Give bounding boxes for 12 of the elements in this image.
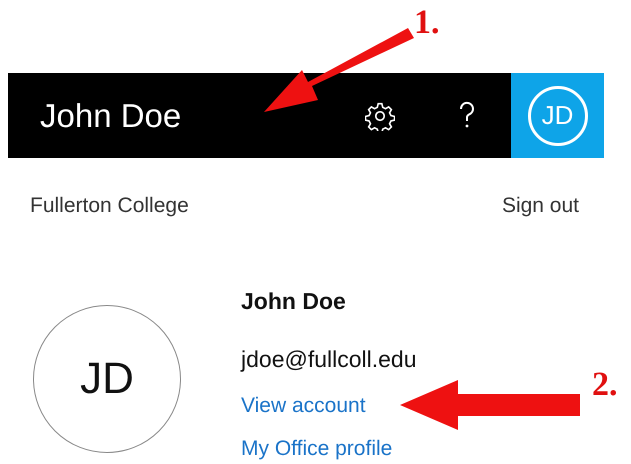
profile-avatar: JD	[33, 305, 181, 453]
profile-link[interactable]: My Office profile	[241, 437, 392, 461]
annotation-label: 2.	[592, 366, 618, 404]
sign-out-link[interactable]: Sign out	[502, 194, 579, 218]
email-address: jdoe@fullcoll.edu	[241, 346, 417, 373]
user-name: John Doe	[40, 96, 182, 134]
organization-name: Fullerton College	[30, 194, 189, 218]
profile-link[interactable]: View account	[241, 394, 366, 418]
settings-icon[interactable]	[365, 100, 395, 130]
account-button[interactable]: JD	[511, 73, 604, 158]
annotation-label: 1.	[414, 4, 440, 42]
profile-name: John Doe	[241, 288, 346, 315]
